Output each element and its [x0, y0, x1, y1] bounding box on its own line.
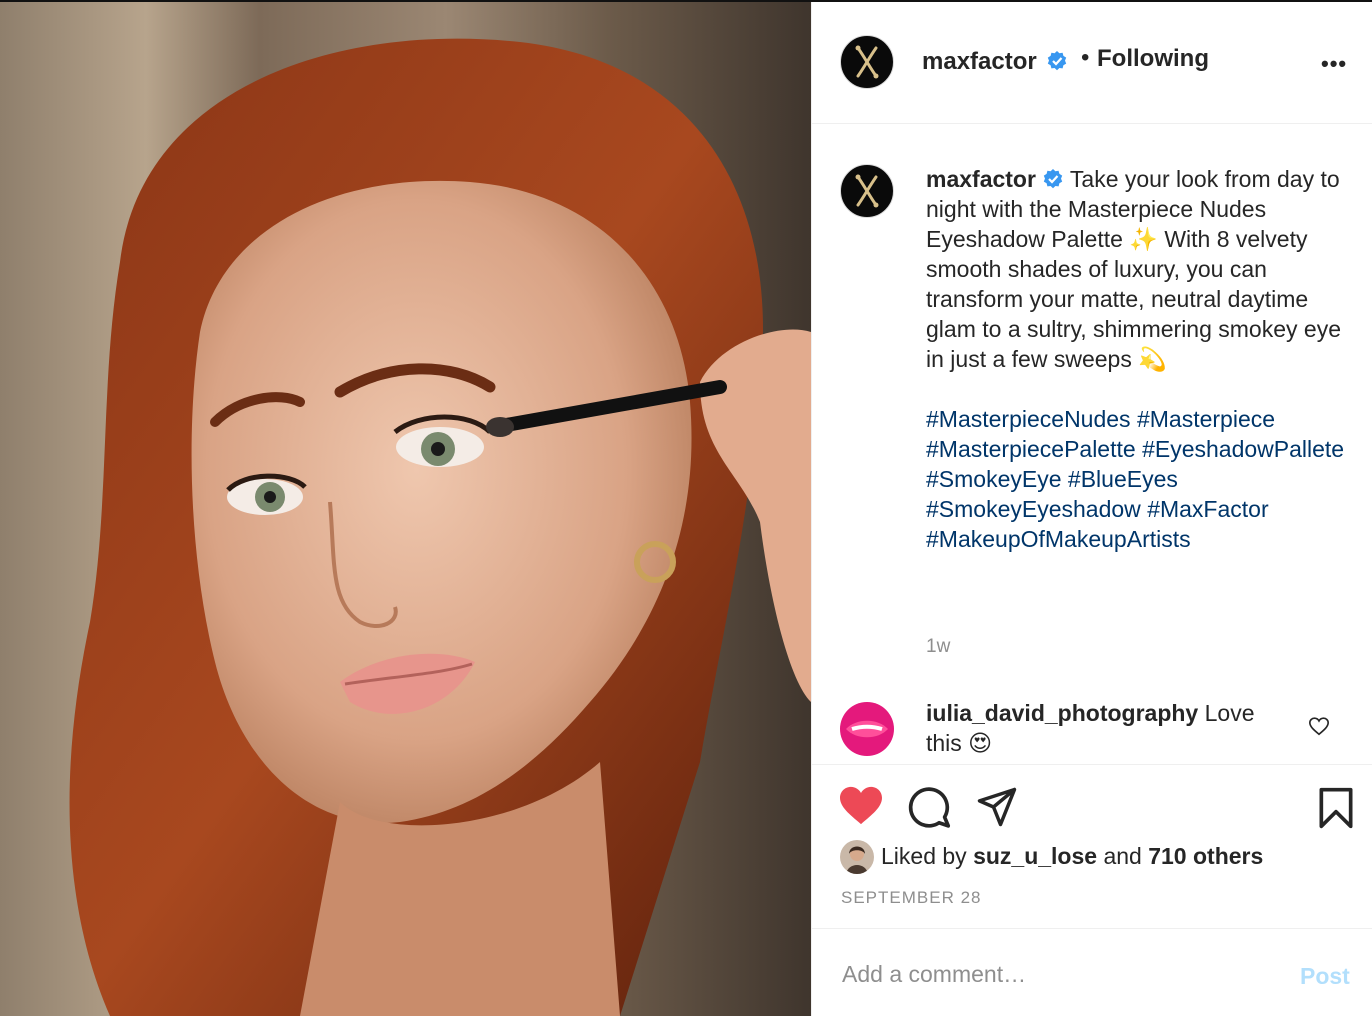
add-comment-bar: Post	[812, 928, 1372, 1017]
post-panel: maxfactor • Following ••• maxfactor Take…	[811, 2, 1372, 1016]
caption-avatar[interactable]	[840, 164, 894, 218]
more-options-icon[interactable]: •••	[1321, 51, 1347, 77]
post-date[interactable]: SEPTEMBER 28	[841, 888, 982, 908]
portrait-illustration	[69, 38, 811, 1016]
commenter-avatar[interactable]	[840, 702, 894, 756]
likes-summary: Liked by suz_u_lose and 710 others	[881, 843, 1263, 870]
post-header: maxfactor • Following •••	[812, 2, 1372, 124]
hashtag-link[interactable]: #MaxFactor	[1147, 496, 1268, 522]
hashtag-link[interactable]: #MasterpieceNudes	[926, 406, 1131, 432]
post-comment-button[interactable]: Post	[1300, 963, 1350, 990]
verified-badge-icon	[1047, 51, 1067, 71]
save-bookmark-icon[interactable]	[1317, 786, 1355, 830]
comments-scroll-area[interactable]: maxfactor Take your look from day to nig…	[812, 124, 1372, 765]
post-caption: maxfactor Take your look from day to nig…	[926, 164, 1346, 554]
hashtag-link[interactable]: #BlueEyes	[1068, 466, 1178, 492]
comment-icon[interactable]	[907, 785, 951, 829]
verified-badge-icon	[1043, 169, 1063, 189]
max-factor-logo-icon	[855, 174, 879, 208]
comment-item: iulia_david_photography Love this 😍	[926, 698, 1296, 758]
share-send-icon[interactable]	[975, 786, 1019, 828]
like-heart-icon[interactable]	[838, 784, 884, 826]
post-photo[interactable]	[0, 2, 811, 1016]
caption-text: Take your look from day to night with th…	[926, 166, 1341, 372]
liker-avatar-image	[840, 840, 874, 874]
hashtag-link[interactable]: #MasterpiecePalette	[926, 436, 1136, 462]
header-username[interactable]: maxfactor	[922, 48, 1037, 76]
hashtag-link[interactable]: #SmokeyEyeshadow	[926, 496, 1141, 522]
caption-hashtags: #MasterpieceNudes #Masterpiece #Masterpi…	[926, 404, 1346, 554]
following-button[interactable]: Following	[1097, 45, 1209, 73]
hashtag-link[interactable]: #Masterpiece	[1137, 406, 1275, 432]
caption-username[interactable]: maxfactor	[926, 166, 1036, 192]
max-factor-logo-icon	[855, 45, 879, 79]
add-comment-input[interactable]	[840, 953, 1284, 995]
maxfactor-avatar[interactable]	[840, 35, 894, 89]
liked-by-and: and	[1103, 843, 1142, 869]
liked-by-prefix: Liked by	[881, 843, 967, 869]
liked-by-others-link[interactable]: 710 others	[1148, 843, 1263, 869]
separator-dot: •	[1081, 44, 1090, 71]
hashtag-link[interactable]: #EyeshadowPallete	[1142, 436, 1344, 462]
comment-like-heart-icon[interactable]	[1308, 715, 1330, 737]
hashtag-link[interactable]: #MakeupOfMakeupArtists	[926, 526, 1191, 552]
lips-avatar-image	[840, 702, 894, 756]
liked-by-user-link[interactable]: suz_u_lose	[973, 843, 1097, 869]
liker-avatar[interactable]	[840, 840, 874, 874]
post-age[interactable]: 1w	[926, 636, 950, 658]
comment-username[interactable]: iulia_david_photography	[926, 700, 1198, 726]
hashtag-link[interactable]: #SmokeyEye	[926, 466, 1062, 492]
